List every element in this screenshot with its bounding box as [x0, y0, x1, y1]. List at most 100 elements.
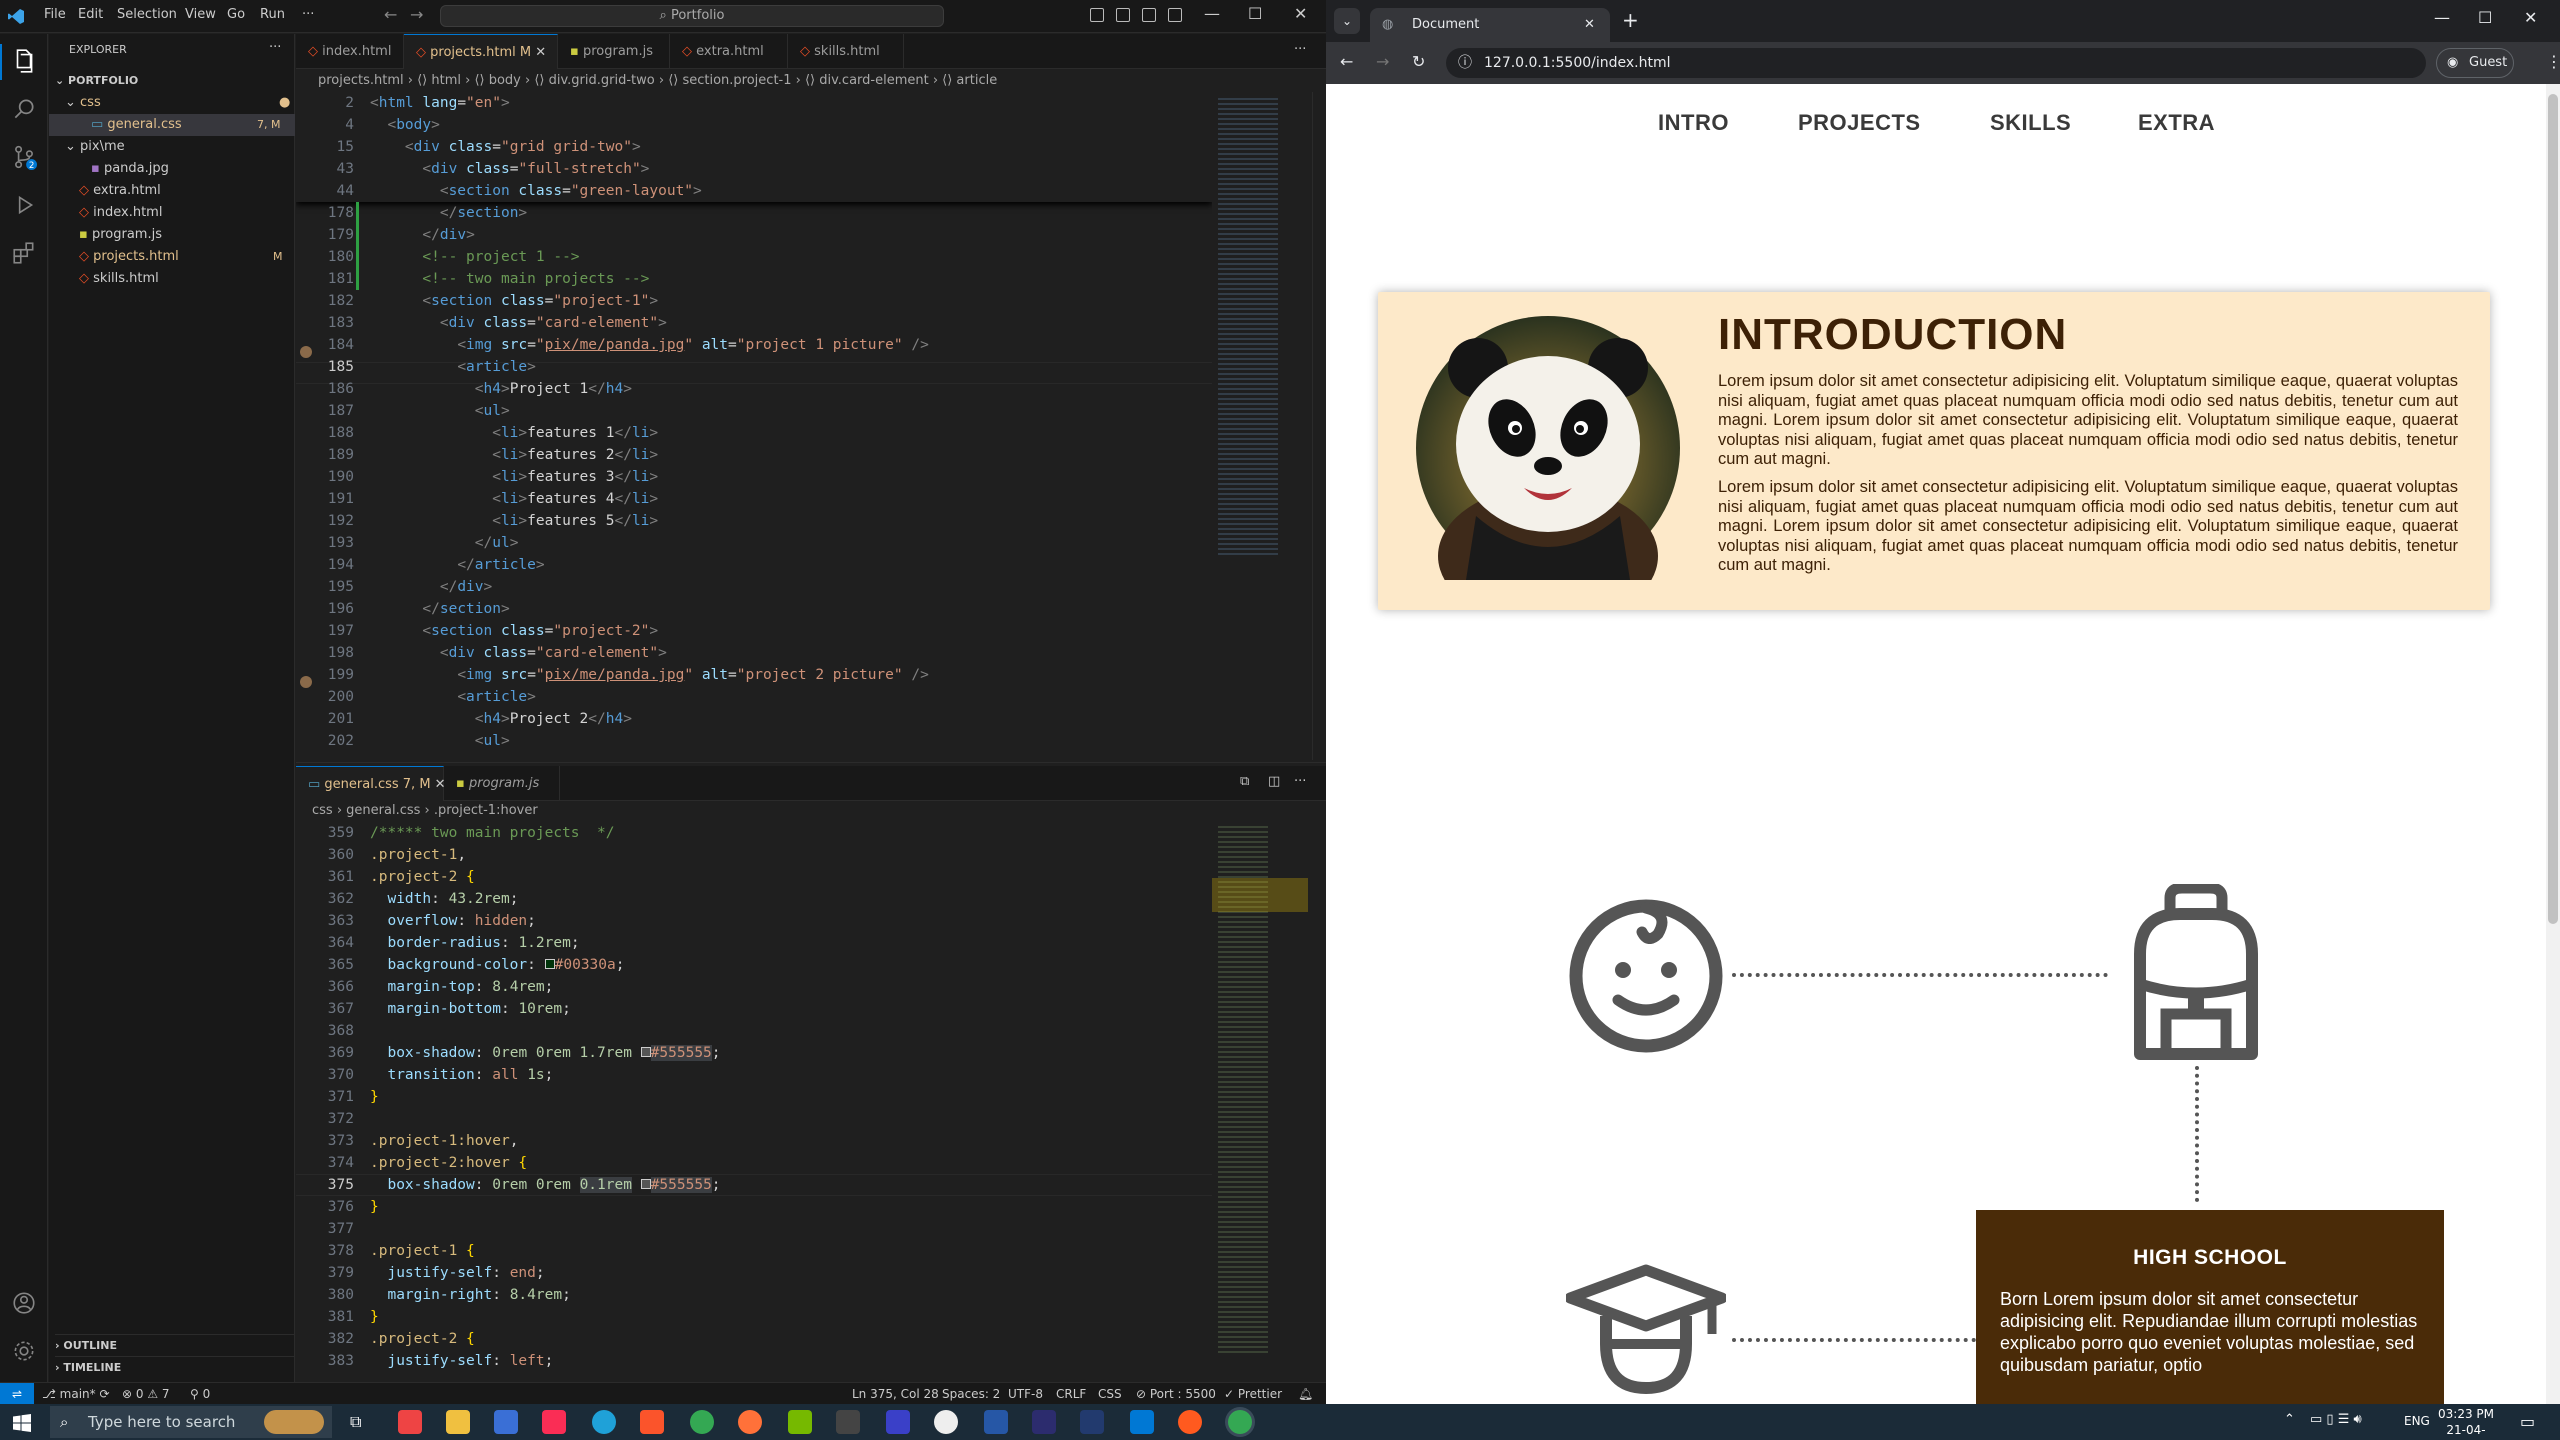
file-index-html[interactable]: ◇ index.html	[79, 202, 162, 224]
maximize-icon[interactable]: ☐	[1248, 4, 1262, 23]
edge-icon[interactable]	[592, 1410, 616, 1434]
extensions-icon[interactable]	[11, 240, 37, 266]
more-actions-icon[interactable]: ···	[269, 40, 281, 55]
menu-more[interactable]: ···	[302, 7, 314, 22]
tab-extra-html[interactable]: ◇ extra.html	[670, 34, 788, 69]
site-info-icon[interactable]: ⓘ	[1458, 48, 1472, 78]
nav-skills[interactable]: SKILLS	[1990, 110, 2071, 136]
reload-icon[interactable]: ↻	[1412, 52, 1425, 71]
app-icon[interactable]	[398, 1410, 422, 1434]
open-changes-icon[interactable]: ⧉	[1240, 774, 1249, 789]
html-editor[interactable]: 2 4 15 43 44 178 179 180 181 182 183 184 185 186 187 18…	[296, 92, 1212, 760]
minimap-slider[interactable]	[1212, 878, 1308, 912]
explorer-icon[interactable]	[11, 48, 37, 74]
forward-arrow-icon[interactable]: →	[1376, 52, 1389, 71]
run-debug-icon[interactable]	[11, 192, 37, 218]
folder-pix-me[interactable]: ⌄ pix\me	[65, 136, 125, 158]
back-arrow-icon[interactable]: ←	[384, 5, 397, 24]
tab-search-icon[interactable]: ⌄	[1334, 8, 1360, 34]
cursor-position[interactable]: Ln 375, Col 28	[852, 1383, 939, 1405]
accounts-icon[interactable]	[11, 1290, 37, 1316]
chrome-icon[interactable]	[690, 1410, 714, 1434]
scrollbar[interactable]	[1312, 92, 1326, 760]
file-skills-html[interactable]: ◇ skills.html	[79, 268, 159, 290]
scrollbar-thumb[interactable]	[2548, 94, 2558, 924]
encoding[interactable]: UTF-8	[1008, 1383, 1043, 1405]
folder-root[interactable]: ⌄ PORTFOLIO	[55, 70, 138, 92]
prettier-status[interactable]: ✓ Prettier	[1224, 1383, 1282, 1405]
page-scrollbar[interactable]	[2546, 84, 2560, 1404]
chrome-menu-icon[interactable]: ⋮	[2546, 52, 2560, 71]
file-projects-html[interactable]: ◇ projects.html M	[79, 246, 295, 268]
address-bar[interactable]: ⓘ 127.0.0.1:5500/index.html	[1446, 48, 2426, 78]
more-actions-icon[interactable]: ···	[1294, 42, 1306, 57]
file-general-css[interactable]: ▭ general.css 7, M	[49, 114, 295, 136]
tray-chevron-icon[interactable]: ⌃	[2284, 1412, 2295, 1427]
chrome-active-icon[interactable]	[1228, 1410, 1252, 1434]
file-explorer-icon[interactable]	[446, 1410, 470, 1434]
windows-start-icon[interactable]	[13, 1414, 31, 1432]
css-editor[interactable]: 359 360 361 362 363 364 365 366 367 368 369 370 371 3…	[296, 822, 1212, 1380]
nav-intro[interactable]: INTRO	[1658, 110, 1729, 136]
store-icon[interactable]	[494, 1410, 518, 1434]
file-extra-html[interactable]: ◇ extra.html	[79, 180, 161, 202]
branch-status[interactable]: ⎇ main* ⟳	[42, 1383, 110, 1405]
maximize-icon[interactable]: ☐	[2478, 8, 2492, 27]
new-tab-icon[interactable]: +	[1622, 8, 1639, 32]
close-icon[interactable]: ✕	[1294, 4, 1307, 23]
language-mode[interactable]: CSS	[1098, 1383, 1122, 1405]
app-icon[interactable]	[1080, 1410, 1104, 1434]
vscode-taskbar-icon[interactable]	[1130, 1410, 1154, 1434]
language-indicator[interactable]: ENG	[2404, 1414, 2430, 1428]
notifications-bell-icon[interactable]: 🔔︎	[1298, 1383, 1313, 1405]
minimap-bottom[interactable]	[1212, 822, 1312, 1380]
firefox-icon[interactable]	[738, 1410, 762, 1434]
menu-file[interactable]: File	[44, 7, 66, 22]
timeline-section[interactable]: › TIMELINE	[55, 1356, 295, 1378]
brave-icon[interactable]	[640, 1410, 664, 1434]
tab-program-js-preview[interactable]: ▪ program.js	[444, 766, 560, 801]
outline-section[interactable]: › OUTLINE	[55, 1334, 295, 1356]
menu-go[interactable]: Go	[227, 7, 245, 22]
minimap-top[interactable]	[1212, 92, 1326, 760]
menu-edit[interactable]: Edit	[78, 7, 103, 22]
ports-status[interactable]: ⚲ 0	[190, 1383, 210, 1405]
tab-general-css[interactable]: ▭ general.css 7, M ✕	[296, 766, 446, 801]
customize-layout-icon[interactable]	[1168, 8, 1182, 22]
more-actions-icon[interactable]: ···	[1294, 774, 1306, 789]
task-view-icon[interactable]: ⧉	[350, 1412, 361, 1432]
indentation[interactable]: Spaces: 2	[942, 1383, 1000, 1405]
minimize-icon[interactable]: —	[1204, 4, 1220, 23]
app-icon[interactable]	[1032, 1410, 1056, 1434]
settings-gear-icon[interactable]	[11, 1338, 37, 1364]
minimize-icon[interactable]: —	[2434, 8, 2450, 27]
app-icon[interactable]	[886, 1410, 910, 1434]
file-program-js[interactable]: ▪ program.js	[79, 224, 162, 246]
split-editor-icon[interactable]: ◫	[1268, 774, 1280, 789]
taskbar-search[interactable]: ⌕ Type here to search	[50, 1406, 332, 1438]
breadcrumb[interactable]: css › general.css › .project-1:hover	[312, 800, 1312, 822]
app-icon[interactable]	[1178, 1410, 1202, 1434]
line-ending[interactable]: CRLF	[1056, 1383, 1086, 1405]
file-panda-jpg[interactable]: ▪ panda.jpg	[91, 158, 169, 180]
tab-program-js[interactable]: ▪ program.js	[558, 34, 670, 69]
app-icon[interactable]	[836, 1410, 860, 1434]
browser-tab[interactable]: ◍ Document ✕	[1370, 8, 1610, 42]
clock[interactable]: 03:23 PM 21-04-2024	[2436, 1406, 2496, 1440]
menu-view[interactable]: View	[185, 7, 216, 22]
tab-skills-html[interactable]: ◇ skills.html	[788, 34, 904, 69]
source-control-icon[interactable]: 2	[11, 144, 37, 170]
back-arrow-icon[interactable]: ←	[1340, 52, 1353, 71]
music-icon[interactable]	[542, 1410, 566, 1434]
menu-run[interactable]: Run	[260, 7, 285, 22]
menu-selection[interactable]: Selection	[117, 7, 177, 22]
search-icon[interactable]	[11, 96, 37, 122]
nav-extra[interactable]: EXTRA	[2138, 110, 2215, 136]
tab-close-icon[interactable]: ✕	[1584, 8, 1595, 42]
command-center[interactable]: ⌕ Portfolio	[440, 5, 944, 27]
tab-close-icon[interactable]: ✕	[531, 45, 546, 60]
forward-arrow-icon[interactable]: →	[410, 5, 423, 24]
close-icon[interactable]: ✕	[2524, 8, 2537, 27]
problems-status[interactable]: ⊗ 0 ⚠ 7	[122, 1383, 170, 1405]
toggle-panel-icon[interactable]	[1116, 8, 1130, 22]
